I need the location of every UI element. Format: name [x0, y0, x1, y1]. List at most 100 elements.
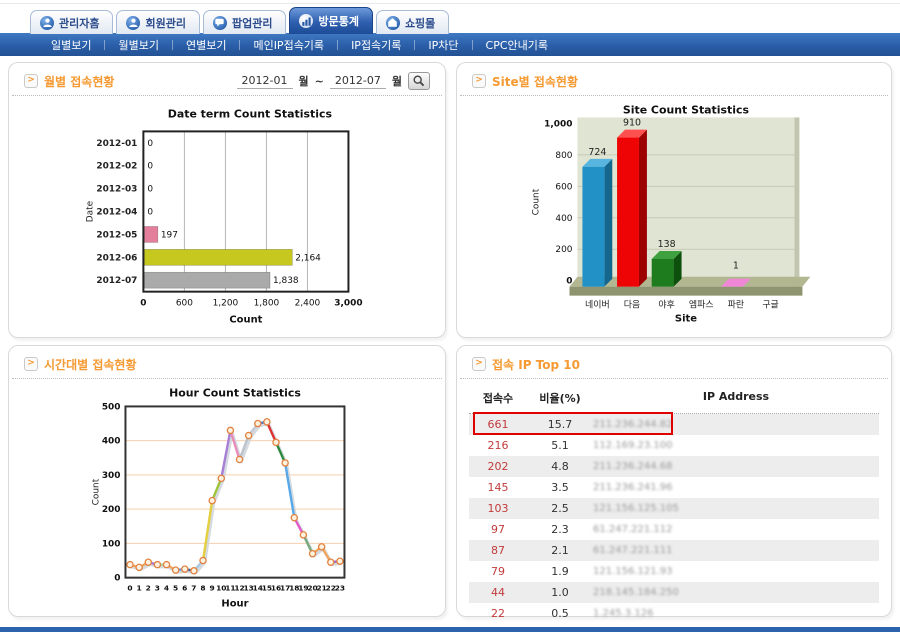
data-point-marker — [337, 558, 343, 564]
admin-home-icon — [40, 16, 54, 30]
arrow-box-icon: > — [472, 357, 486, 371]
tab-5[interactable]: 쇼핑몰 — [376, 10, 449, 34]
data-point-marker — [200, 557, 206, 563]
y-tick-label: 2012-06 — [96, 253, 137, 263]
nav-link-6[interactable]: IP차단 — [415, 37, 471, 53]
y-tick-label: 200 — [102, 505, 121, 515]
x-tick-label: 1,800 — [254, 299, 280, 309]
x-tick-label: 2 — [146, 584, 151, 593]
ip-address-text: 61.247.221.111 — [593, 545, 673, 556]
y-tick-label: 300 — [102, 471, 121, 481]
cell-count: 79 — [469, 565, 527, 578]
shop-icon — [386, 16, 400, 30]
y-axis-label: Count — [532, 188, 542, 215]
y-tick-label: 100 — [102, 539, 121, 549]
bar — [582, 167, 604, 287]
table-row: 2024.8211.236.244.68 — [469, 456, 879, 477]
x-tick-label: 7 — [191, 584, 196, 593]
bar-value-label: 2,164 — [295, 253, 321, 263]
cell-ip-address: 211.236.244.68 — [593, 461, 879, 472]
ip-address-text: 112.169.23.100 — [593, 440, 673, 451]
ip-address-text: 121.156.125.105 — [593, 503, 679, 514]
y-tick-label: 2012-03 — [96, 185, 137, 195]
data-point-marker — [246, 432, 252, 438]
cell-ip-address: 112.169.23.100 — [593, 440, 879, 451]
ip-address-text: 61.247.221.112 — [593, 524, 673, 535]
data-point-marker — [145, 559, 151, 565]
ip-address-text: 211.236.244.68 — [593, 461, 673, 472]
tab-1[interactable]: 관리자홈 — [30, 10, 113, 34]
y-tick-label: 600 — [555, 182, 572, 192]
data-point-marker — [163, 562, 169, 568]
bar-value-label: 0 — [147, 162, 153, 172]
y-tick-label: 2012-04 — [96, 208, 137, 218]
data-point-marker — [236, 456, 242, 462]
y-tick-label: 1,000 — [544, 119, 572, 129]
panel-hourly-header: > 시간대별 접속현황 — [12, 346, 442, 379]
tab-4[interactable]: 방문통계 — [289, 7, 372, 34]
y-axis-label: Count — [92, 478, 102, 505]
chart-title: Date term Count Statistics — [168, 107, 332, 120]
site-chart: Site Count Statistics02004006008001,0007… — [457, 101, 891, 331]
cell-count: 103 — [469, 502, 527, 515]
members-icon — [126, 16, 140, 30]
nav-link-2[interactable]: 월별보기 — [105, 37, 171, 53]
cell-ratio: 2.5 — [527, 502, 593, 515]
data-point-marker — [173, 567, 179, 573]
bar — [144, 249, 292, 265]
panel-title: Site별 접속현황 — [492, 73, 578, 90]
chart-title: Hour Count Statistics — [169, 386, 301, 399]
cell-ratio: 1.9 — [527, 565, 593, 578]
tab-label: 관리자홈 — [59, 15, 99, 31]
nav-link-5[interactable]: IP접속기록 — [338, 37, 414, 53]
y-tick-label: 400 — [555, 214, 572, 224]
tab-2[interactable]: 회원관리 — [116, 10, 199, 34]
x-tick-label: 23 — [335, 584, 345, 593]
x-axis-label: Hour — [221, 599, 248, 610]
cell-ip-address: 121.156.125.105 — [593, 503, 879, 514]
data-point-marker — [282, 460, 288, 466]
x-tick-label: 3,000 — [334, 299, 362, 309]
plot-side-shadow — [794, 117, 799, 288]
popup-icon — [213, 16, 227, 30]
panel-hourly-access: > 시간대별 접속현황 Hour Count Statistics 0 100 200… — [8, 345, 446, 617]
cell-count: 202 — [469, 460, 527, 473]
bar — [652, 259, 674, 287]
month-label: 월 — [392, 73, 402, 89]
tab-label: 쇼핑몰 — [405, 15, 435, 31]
bar — [144, 226, 157, 242]
y-tick-label: 400 — [102, 437, 121, 447]
nav-link-3[interactable]: 연별보기 — [173, 37, 239, 53]
x-tick-label: 구글 — [762, 300, 778, 311]
nav-link-4[interactable]: 메인IP접속기록 — [240, 37, 337, 53]
bar-value-label: 197 — [161, 230, 178, 240]
cell-count: 97 — [469, 523, 527, 536]
col-header-ratio: 비율(%) — [527, 390, 593, 406]
y-tick-label: 0 — [114, 574, 120, 584]
tab-3[interactable]: 팝업관리 — [203, 10, 286, 34]
y-tick-label: 2012-05 — [96, 230, 137, 240]
bar — [617, 138, 639, 287]
y-tick-label: 500 — [102, 402, 121, 412]
panel-monthly-header: > 월별 접속현황 월 ~ 월 — [12, 63, 442, 96]
data-point-marker — [255, 420, 261, 426]
panel-site-access: > Site별 접속현황 Site Count Statistics020040… — [456, 62, 892, 338]
arrow-box-icon: > — [24, 74, 38, 88]
search-button[interactable] — [408, 72, 430, 90]
x-tick-label: 1,200 — [213, 299, 239, 309]
date-from-input[interactable] — [237, 73, 293, 89]
cell-count: 216 — [469, 439, 527, 452]
nav-link-1[interactable]: 일별보기 — [38, 37, 104, 53]
x-tick-label: 0 — [127, 584, 132, 593]
x-tick-label: 0 — [140, 299, 146, 309]
cell-ip-address: 211.236.241.96 — [593, 482, 879, 493]
nav-link-7[interactable]: CPC안내기록 — [473, 37, 561, 53]
footer-bar — [0, 627, 900, 632]
monthly-chart: Date term Count Statistics2012-0102012-0… — [9, 101, 445, 333]
bar-value-label: 138 — [658, 239, 676, 250]
ip-table: 접속수 비율(%) IP Address 66115.7211.236.244.… — [469, 383, 879, 630]
cell-count: 44 — [469, 586, 527, 599]
date-to-input[interactable] — [330, 73, 386, 89]
cell-ratio: 3.5 — [527, 481, 593, 494]
table-row: 220.51.245.3.126 — [469, 603, 879, 624]
